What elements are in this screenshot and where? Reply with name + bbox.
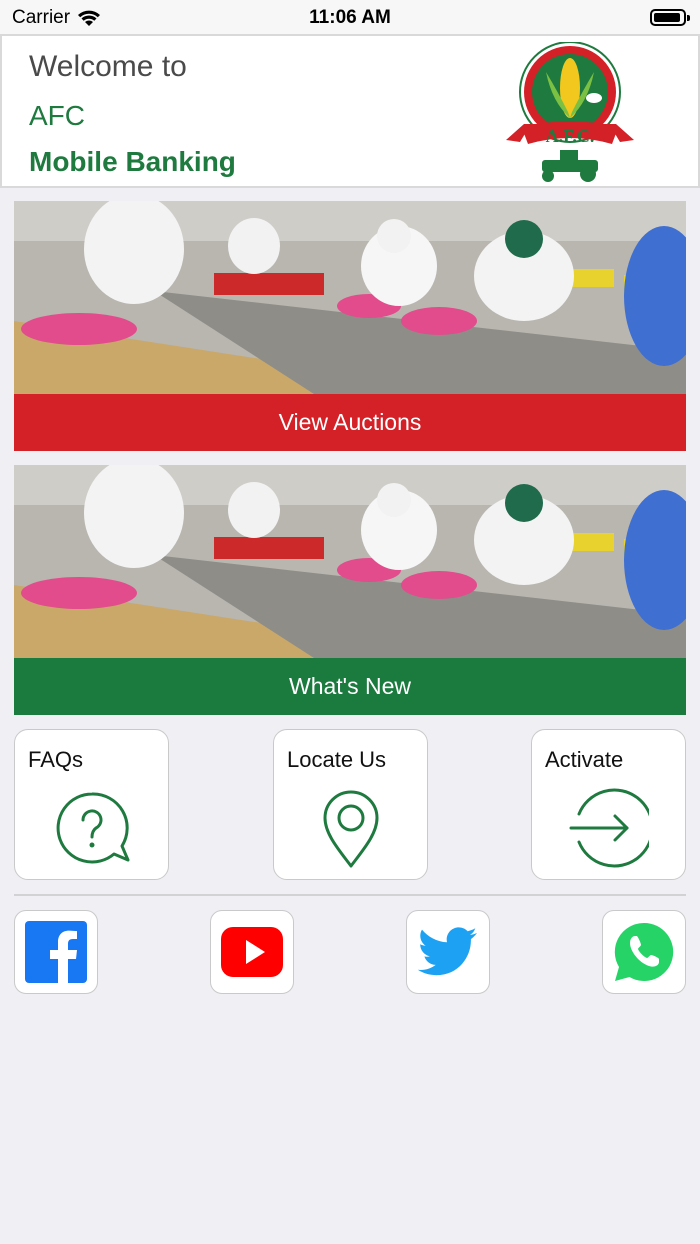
whatsapp-button[interactable]	[602, 910, 686, 994]
welcome-text: Welcome to	[29, 50, 187, 83]
welcome-header: Welcome to AFC Mobile Banking A.F.C.	[0, 34, 700, 188]
status-bar: Carrier 11:06 AM	[0, 0, 700, 34]
sign-in-arrow-icon	[569, 788, 649, 868]
activate-tile[interactable]: Activate	[531, 729, 686, 880]
factory-photo	[14, 465, 686, 658]
brand-name: AFC	[29, 100, 85, 131]
youtube-icon	[221, 927, 283, 977]
whats-new-button[interactable]: What's New	[14, 658, 686, 715]
divider	[14, 894, 686, 896]
faqs-tile[interactable]: FAQs	[14, 729, 169, 880]
twitter-icon	[417, 927, 477, 976]
activate-label: Activate	[545, 747, 624, 772]
facebook-button[interactable]	[14, 910, 98, 994]
factory-photo	[14, 201, 686, 394]
locate-us-label: Locate Us	[287, 747, 387, 772]
whats-new-banner[interactable]: What's New	[14, 465, 686, 715]
logo-text: A.F.C.	[546, 126, 595, 146]
faqs-label: FAQs	[28, 747, 84, 772]
facebook-icon	[25, 921, 87, 983]
battery-icon	[650, 9, 690, 26]
location-pin-icon	[323, 790, 379, 868]
twitter-button[interactable]	[406, 910, 490, 994]
app-subtitle: Mobile Banking	[29, 146, 236, 177]
locate-us-tile[interactable]: Locate Us	[273, 729, 428, 880]
afc-logo: A.F.C.	[506, 42, 634, 182]
view-auctions-button[interactable]: View Auctions	[14, 394, 686, 451]
auctions-banner[interactable]: View Auctions	[14, 201, 686, 451]
status-time: 11:06 AM	[309, 7, 391, 28]
whatsapp-icon	[614, 922, 674, 981]
youtube-button[interactable]	[210, 910, 294, 994]
question-bubble-icon	[56, 792, 130, 864]
